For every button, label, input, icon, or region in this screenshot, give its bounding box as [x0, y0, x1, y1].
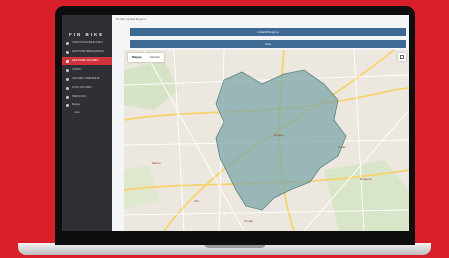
- sidebar-item-lista[interactable]: Lista: [62, 109, 112, 117]
- sidebar-item-label: UTENTI: [72, 68, 82, 71]
- map-label: Seriate: [338, 146, 346, 149]
- map-type-tabs: Mappa Satellite: [128, 53, 165, 62]
- fullscreen-icon[interactable]: [398, 53, 406, 61]
- laptop-screen: FIN BIKE CARICA FILE BIKE & BICI GESTION…: [62, 15, 409, 231]
- tab-satellite[interactable]: Satellite: [146, 53, 165, 62]
- sidebar-item-ciclabili[interactable]: GESTIONE CICLABILI: [62, 57, 112, 65]
- sidebar-item-mappa[interactable]: Mappa: [62, 101, 112, 109]
- nav-icon: [66, 59, 69, 63]
- sidebar-item-bikesharing[interactable]: GESTIONE BIKESHARING: [62, 48, 112, 56]
- breadcrumb: Fin Bike Ciclabili Bergamo: [116, 18, 147, 21]
- sidebar-item-label: RIEPILOGO: [72, 95, 87, 98]
- sidebar-item-label: Lista: [74, 111, 80, 114]
- sidebar-item-label: LISTA CICLABILI: [72, 86, 92, 89]
- nav-icon: [66, 68, 69, 72]
- map-canvas: [124, 50, 409, 231]
- sidebar-item-label: CARICA FILE BIKE & BICI: [72, 41, 103, 44]
- nav-icon: [66, 86, 69, 90]
- map-label: Bergamo: [274, 134, 284, 137]
- nav-icon: [66, 95, 69, 99]
- nav-icon: [66, 50, 69, 54]
- sidebar-item-carica[interactable]: CARICA FILE BIKE & BICI: [62, 39, 112, 47]
- nav-icon: [66, 77, 69, 81]
- map-label: Dalmine: [152, 162, 161, 165]
- sidebar-item-utenti[interactable]: UTENTI: [62, 66, 112, 74]
- sidebar-item-label: GESTIONE BIKESHARING: [72, 50, 104, 53]
- sidebar-item-label: GESTIONE CICLABILI: [72, 59, 99, 62]
- tab-mappa[interactable]: Mappa: [128, 53, 146, 62]
- map-label: Treviglio: [244, 220, 253, 223]
- nav-icon: [66, 103, 69, 107]
- map-label: Osio: [194, 200, 199, 203]
- map-view[interactable]: Mappa Satellite Bergamo Seriate Dalmine …: [124, 50, 409, 231]
- vista-button[interactable]: Vista: [130, 40, 406, 48]
- sidebar-item-label: CICLABILI PREFERITE: [72, 77, 100, 80]
- map-label: Brusaporto: [360, 178, 372, 181]
- sidebar-item-riepilogo[interactable]: RIEPILOGO: [62, 93, 112, 101]
- sidebar: FIN BIKE CARICA FILE BIKE & BICI GESTION…: [62, 15, 112, 231]
- ciclabili-button[interactable]: Ciclabili Bergamo: [130, 28, 406, 36]
- sidebar-item-label: Mappa: [72, 103, 80, 106]
- sidebar-item-preferite[interactable]: CICLABILI PREFERITE: [62, 75, 112, 83]
- brand-logo: FIN BIKE: [69, 32, 105, 37]
- nav-icon: [66, 41, 69, 45]
- sidebar-item-lista-ciclabili[interactable]: LISTA CICLABILI: [62, 84, 112, 92]
